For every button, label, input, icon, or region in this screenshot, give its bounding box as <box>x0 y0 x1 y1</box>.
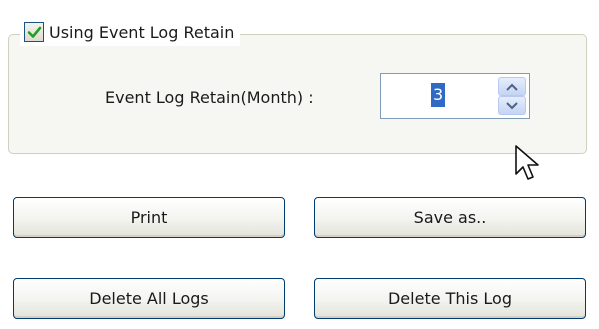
mouse-pointer-icon <box>515 145 539 180</box>
using-event-log-retain-label[interactable]: Using Event Log Retain <box>49 23 234 42</box>
event-log-retain-month-spinner[interactable]: 3 <box>380 73 530 119</box>
using-event-log-retain-checkbox-row[interactable]: Using Event Log Retain <box>20 18 241 46</box>
delete-all-logs-button[interactable]: Delete All Logs <box>13 278 285 319</box>
print-button[interactable]: Print <box>13 197 285 238</box>
spin-up-button[interactable] <box>498 77 526 96</box>
chevron-down-icon <box>506 101 518 109</box>
event-log-retain-month-label: Event Log Retain(Month) : <box>105 88 314 107</box>
using-event-log-retain-checkbox[interactable] <box>24 22 44 42</box>
event-log-retain-group: Event Log Retain(Month) : 3 <box>8 34 587 154</box>
checkmark-icon <box>27 26 41 38</box>
event-log-retain-month-value[interactable]: 3 <box>431 83 446 107</box>
spin-down-button[interactable] <box>498 96 526 115</box>
delete-this-log-button[interactable]: Delete This Log <box>314 278 586 319</box>
save-as-button[interactable]: Save as.. <box>314 197 586 238</box>
chevron-up-icon <box>506 83 518 91</box>
